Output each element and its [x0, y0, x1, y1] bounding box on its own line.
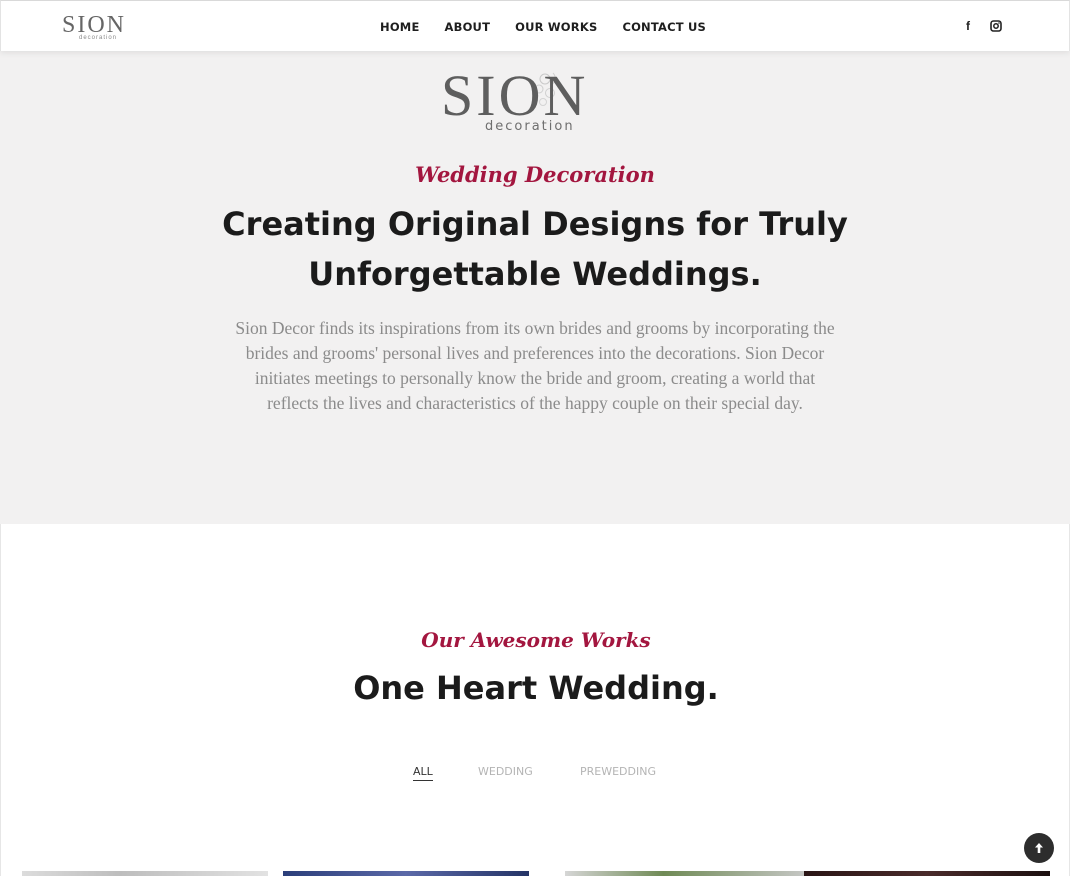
hero-kicker: Wedding Decoration	[415, 162, 655, 187]
instagram-icon-graphic	[990, 20, 1002, 32]
portfolio-thumbnail[interactable]	[565, 871, 811, 876]
instagram-icon[interactable]	[989, 18, 1003, 34]
hero-logo-text: SION	[441, 63, 589, 128]
hero-logo: SION decoration	[441, 67, 631, 139]
works-section: Our Awesome Works One Heart Wedding. ALL…	[0, 524, 1070, 876]
nav-our-works[interactable]: OUR WORKS	[515, 19, 597, 35]
header-logo[interactable]: SION decoration	[62, 12, 136, 42]
works-kicker: Our Awesome Works	[421, 628, 651, 652]
arrow-up-icon	[1035, 843, 1043, 853]
filter-wedding[interactable]: WEDDING	[478, 764, 533, 780]
hero-description: Sion Decor finds its inspirations from i…	[235, 318, 835, 413]
portfolio-thumbnail[interactable]	[804, 871, 1050, 876]
hero-section: SION decoration Wedding Decoration Creat…	[0, 51, 1070, 524]
facebook-icon[interactable]: f	[961, 18, 975, 34]
hero-logo-subtitle: decoration	[485, 119, 575, 134]
portfolio-thumbnail[interactable]	[22, 871, 268, 876]
portfolio-filters: ALL WEDDING PREWEDDING	[1, 764, 1070, 782]
filter-prewedding[interactable]: PREWEDDING	[580, 764, 656, 780]
works-title: One Heart Wedding.	[353, 669, 719, 707]
main-nav: HOME ABOUT OUR WORKS CONTACT US	[380, 19, 706, 35]
nav-home[interactable]: HOME	[380, 19, 420, 35]
filter-all[interactable]: ALL	[413, 764, 433, 781]
hero-title: Creating Original Designs for Truly Unfo…	[222, 205, 848, 293]
header-logo-subtitle: decoration	[79, 35, 118, 41]
nav-about[interactable]: ABOUT	[445, 19, 491, 35]
nav-contact-us[interactable]: CONTACT US	[622, 19, 706, 35]
top-navigation-bar: SION decoration HOME ABOUT OUR WORKS CON…	[0, 0, 1070, 51]
portfolio-thumbnail[interactable]	[283, 871, 529, 876]
scroll-to-top-button[interactable]	[1024, 833, 1054, 863]
